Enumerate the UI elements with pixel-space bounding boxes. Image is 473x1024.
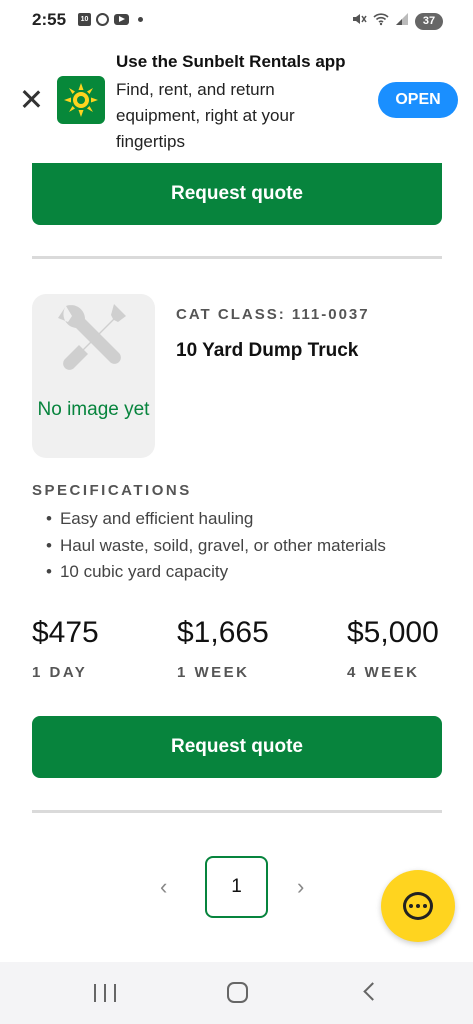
status-time: 2:55: [32, 10, 67, 29]
status-bar: 2:55 10 37: [0, 0, 473, 44]
price-amount: $1,665: [177, 616, 269, 649]
price-4-week: $5,000 4 WEEK: [347, 616, 439, 681]
more-notifications-icon: [138, 17, 143, 22]
price-amount: $5,000: [347, 616, 439, 649]
current-page-button[interactable]: 1: [205, 856, 268, 918]
close-icon[interactable]: [20, 88, 42, 110]
divider: [32, 256, 442, 259]
request-quote-button[interactable]: Request quote: [32, 163, 442, 225]
specifications-list: Easy and efficient hauling Haul waste, s…: [46, 506, 386, 586]
price-period: 1 DAY: [32, 664, 88, 681]
open-app-button[interactable]: OPEN: [378, 82, 458, 118]
signal-icon: [395, 12, 409, 30]
no-image-text: No image yet: [37, 399, 150, 420]
app-install-banner: Use the Sunbelt Rentals app Find, rent, …: [0, 44, 473, 168]
mute-icon: [351, 11, 367, 31]
sun-icon: [64, 83, 98, 117]
banner-description: Find, rent, and return equipment, right …: [116, 80, 295, 151]
price-day: $475 1 DAY: [32, 616, 99, 681]
chat-button[interactable]: [381, 870, 455, 942]
specifications-heading: SPECIFICATIONS: [32, 482, 192, 499]
cat-class-label: CAT CLASS: 111-0037: [176, 306, 370, 323]
spec-item: Haul waste, soild, gravel, or other mate…: [46, 533, 386, 560]
status-system-icons: 37: [351, 11, 443, 31]
recent-apps-icon[interactable]: [94, 984, 116, 1002]
tools-icon: [58, 304, 126, 370]
wifi-icon: [373, 11, 389, 31]
sync-icon: [96, 13, 109, 26]
youtube-icon: [114, 14, 129, 25]
spec-item: Easy and efficient hauling: [46, 506, 386, 533]
price-week: $1,665 1 WEEK: [177, 616, 269, 681]
previous-page-button[interactable]: ‹: [160, 874, 167, 900]
sunbelt-logo: [57, 76, 105, 124]
divider: [32, 810, 442, 813]
banner-title: Use the Sunbelt Rentals app: [116, 52, 346, 71]
product-title[interactable]: 10 Yard Dump Truck: [176, 340, 358, 362]
next-page-button[interactable]: ›: [297, 874, 304, 900]
price-amount: $475: [32, 616, 99, 649]
spec-item: 10 cubic yard capacity: [46, 559, 386, 586]
request-quote-button[interactable]: Request quote: [32, 716, 442, 778]
price-period: 4 WEEK: [347, 664, 420, 681]
calendar-icon: 10: [78, 13, 91, 26]
back-icon[interactable]: [363, 982, 382, 1001]
battery-icon: 37: [415, 12, 443, 30]
product-image-placeholder: No image yet: [32, 294, 155, 458]
home-icon[interactable]: [227, 982, 248, 1003]
system-nav-bar: [0, 962, 473, 1024]
chat-icon: [403, 892, 433, 920]
price-period: 1 WEEK: [177, 664, 250, 681]
status-notification-icons: 10: [78, 13, 143, 26]
